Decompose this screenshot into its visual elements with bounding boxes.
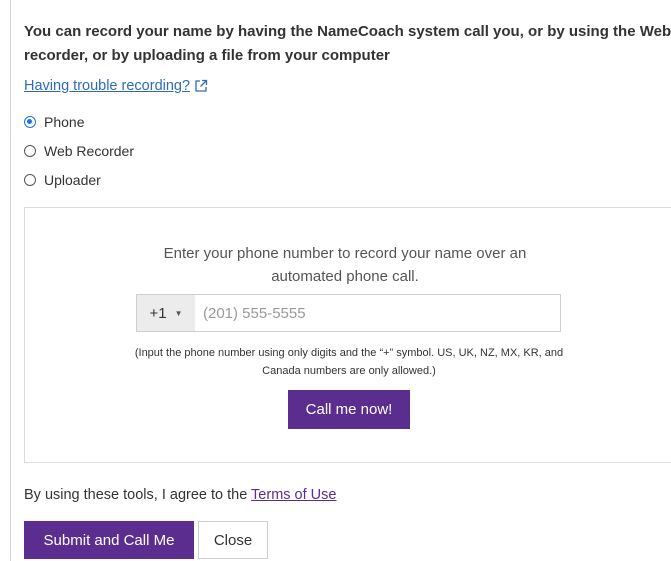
terms-of-use-link[interactable]: Terms of Use (251, 487, 336, 503)
terms-statement: By using these tools, I agree to the Ter… (24, 487, 336, 503)
radio-option-phone[interactable]: Phone (24, 114, 84, 130)
phone-instructions: Enter your phone number to record your n… (163, 245, 527, 285)
country-code-select[interactable]: +1 ▼ (137, 295, 195, 331)
radio-option-uploader[interactable]: Uploader (24, 172, 101, 188)
radio-phone[interactable] (24, 116, 36, 128)
close-button[interactable]: Close (198, 521, 268, 559)
country-code-value: +1 (149, 304, 167, 322)
radio-uploader[interactable] (24, 174, 36, 186)
radio-uploader-label: Uploader (44, 172, 101, 188)
phone-number-field: +1 ▼ (136, 294, 561, 332)
page-heading: You can record your name by having the N… (24, 23, 671, 64)
external-link-icon (195, 79, 208, 92)
phone-hint: (Input the phone number using only digit… (134, 347, 564, 377)
call-me-now-button[interactable]: Call me now! (288, 390, 410, 429)
radio-web-recorder-label: Web Recorder (44, 143, 135, 159)
radio-phone-label: Phone (44, 114, 85, 130)
caret-down-icon: ▼ (174, 308, 183, 318)
trouble-recording-label: Having trouble recording? (24, 78, 191, 94)
left-border (10, 0, 11, 561)
terms-prefix: By using these tools, I agree to the (24, 487, 252, 503)
radio-option-web-recorder[interactable]: Web Recorder (24, 143, 134, 159)
submit-and-call-button[interactable]: Submit and Call Me (24, 521, 194, 559)
trouble-recording-link[interactable]: Having trouble recording? (24, 78, 208, 94)
radio-web-recorder[interactable] (24, 145, 36, 157)
phone-number-input[interactable] (195, 295, 560, 331)
